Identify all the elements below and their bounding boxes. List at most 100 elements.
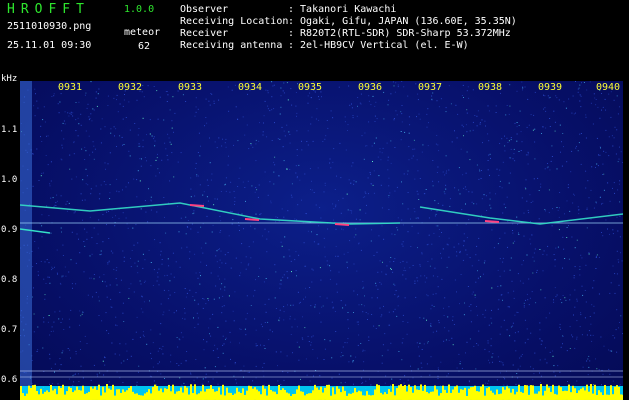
noise-speck <box>533 373 535 375</box>
baseline-bar <box>544 390 546 400</box>
baseline-bar <box>602 395 604 400</box>
noise-speck <box>260 344 261 346</box>
noise-speck <box>118 217 120 219</box>
noise-speck <box>489 204 491 206</box>
noise-speck <box>500 92 501 94</box>
noise-speck <box>472 89 474 91</box>
noise-speck <box>381 207 383 209</box>
noise-speck <box>37 349 39 351</box>
noise-speck <box>437 286 439 288</box>
noise-speck <box>473 203 475 205</box>
noise-speck <box>518 232 519 234</box>
noise-speck <box>170 143 172 145</box>
noise-speck <box>139 180 141 182</box>
noise-speck <box>264 303 266 305</box>
noise-speck <box>60 364 62 366</box>
noise-speck <box>33 331 35 333</box>
noise-speck <box>549 126 551 127</box>
noise-speck <box>590 102 592 104</box>
noise-speck <box>476 115 478 117</box>
noise-speck <box>134 262 136 264</box>
noise-speck <box>286 271 288 273</box>
noise-speck <box>114 353 116 355</box>
noise-speck <box>578 213 580 215</box>
noise-speck <box>234 84 236 86</box>
noise-speck <box>55 205 57 206</box>
noise-speck <box>217 249 219 250</box>
baseline-bar <box>242 388 244 400</box>
noise-speck <box>329 278 331 280</box>
y-tick-label: 1.0 <box>1 175 18 185</box>
noise-speck <box>184 312 186 314</box>
noise-speck <box>592 123 594 125</box>
noise-speck <box>68 115 70 117</box>
noise-speck <box>70 259 72 261</box>
noise-speck <box>351 103 352 105</box>
location-label: Receiving Location <box>180 16 289 27</box>
noise-speck <box>68 202 70 204</box>
noise-speck <box>455 104 457 106</box>
noise-speck <box>144 280 146 282</box>
baseline-bar <box>564 390 566 400</box>
noise-speck <box>401 181 402 183</box>
noise-speck <box>588 252 590 254</box>
noise-speck <box>587 180 589 182</box>
noise-speck <box>413 208 415 210</box>
noise-speck <box>330 167 332 169</box>
noise-speck <box>338 373 340 375</box>
noise-speck <box>282 276 284 278</box>
noise-speck <box>108 260 110 262</box>
noise-speck <box>164 216 165 218</box>
noise-speck <box>255 329 257 331</box>
noise-speck <box>431 98 433 100</box>
noise-speck <box>347 319 349 321</box>
noise-speck <box>507 141 509 143</box>
noise-speck <box>362 349 364 351</box>
noise-speck <box>116 94 118 96</box>
noise-speck <box>88 135 90 137</box>
noise-speck <box>214 198 216 200</box>
baseline-bar <box>476 391 478 400</box>
noise-speck <box>56 272 58 274</box>
noise-speck <box>618 261 620 263</box>
noise-speck <box>502 261 504 263</box>
noise-speck <box>423 343 425 345</box>
baseline-bar <box>420 384 422 400</box>
noise-speck <box>224 365 226 367</box>
noise-speck <box>426 244 428 246</box>
noise-speck <box>89 255 91 257</box>
noise-speck <box>149 133 151 135</box>
noise-speck <box>605 129 607 131</box>
noise-speck <box>199 155 201 157</box>
noise-speck <box>500 361 502 363</box>
noise-speck <box>487 169 489 171</box>
noise-speck <box>263 281 265 283</box>
noise-speck <box>423 317 425 319</box>
noise-speck <box>530 243 532 245</box>
noise-speck <box>227 86 229 88</box>
noise-speck <box>599 154 601 156</box>
noise-speck <box>213 298 215 300</box>
noise-speck <box>585 116 587 118</box>
baseline-bar <box>570 392 572 400</box>
baseline-bar <box>92 388 94 400</box>
noise-speck <box>51 269 53 271</box>
noise-speck <box>297 204 299 206</box>
noise-speck <box>116 267 118 268</box>
noise-speck <box>411 225 413 227</box>
noise-speck <box>612 380 614 382</box>
noise-speck <box>120 362 122 364</box>
noise-speck <box>445 188 447 190</box>
noise-speck <box>113 268 115 270</box>
noise-speck <box>552 208 553 210</box>
noise-speck <box>326 260 328 262</box>
noise-speck <box>283 130 285 132</box>
noise-speck <box>544 168 546 170</box>
noise-speck <box>409 124 411 126</box>
noise-speck <box>438 369 439 371</box>
noise-speck <box>213 100 215 102</box>
noise-speck <box>122 189 123 191</box>
noise-speck <box>181 247 183 249</box>
noise-speck <box>577 88 579 90</box>
noise-speck <box>492 353 494 355</box>
